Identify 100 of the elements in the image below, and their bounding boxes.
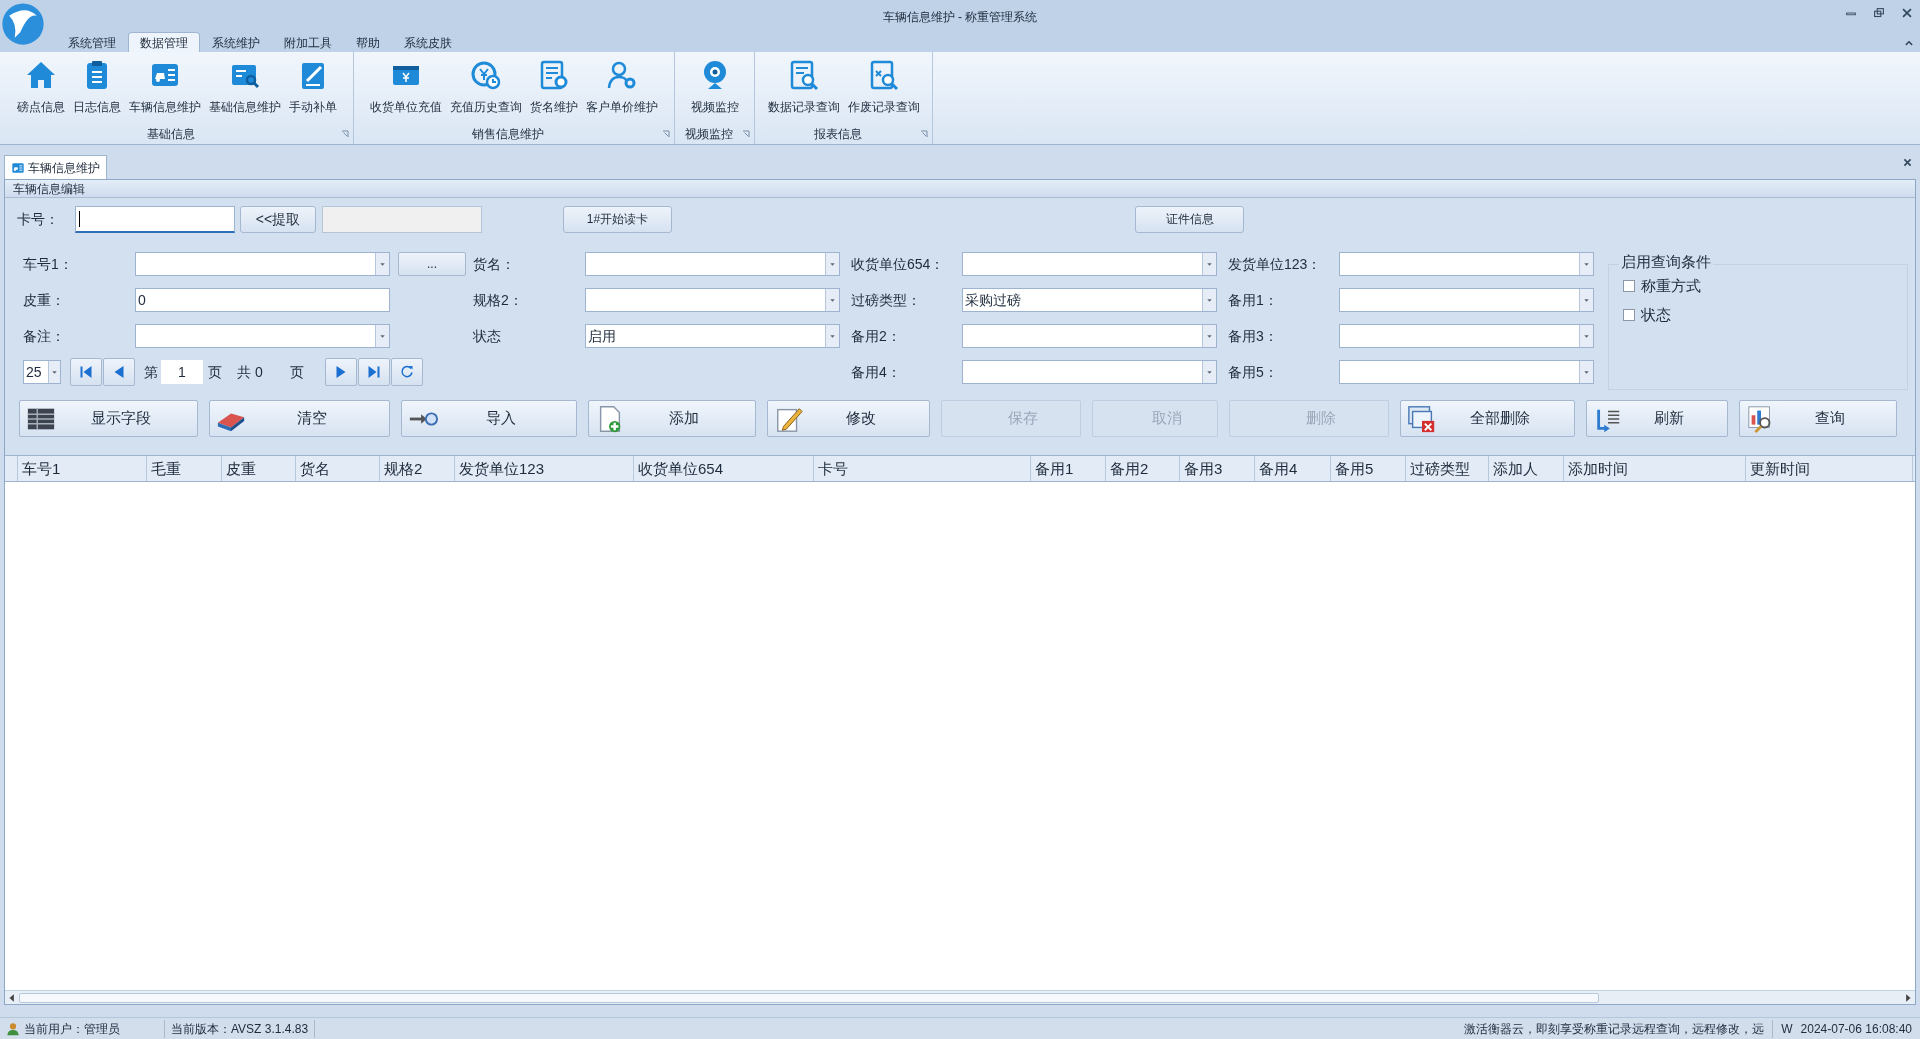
combo-box[interactable] [962, 324, 1217, 348]
close-icon[interactable] [1900, 6, 1914, 20]
field-label: 备用5： [1228, 362, 1279, 382]
combo-box[interactable] [1339, 324, 1594, 348]
column-header[interactable]: 备用1 [1031, 456, 1106, 481]
field-label: 备注： [23, 326, 66, 346]
ribbon-button[interactable]: 日志信息 [69, 56, 124, 124]
dropdown-arrow-icon [379, 261, 386, 267]
browse-button[interactable]: ... [398, 252, 466, 276]
field-label: 备用1： [1228, 290, 1279, 310]
dialog-launcher-icon[interactable] [920, 130, 928, 138]
refresh-icon [398, 364, 415, 380]
coin-clock-icon [470, 59, 502, 91]
action-button[interactable]: 全部删除 [1400, 400, 1575, 437]
collapse-ribbon-icon[interactable] [1904, 38, 1914, 48]
ribbon-button[interactable]: 视频监控 [687, 56, 742, 124]
column-header[interactable]: 备用3 [1180, 456, 1255, 481]
combo-box[interactable] [962, 252, 1217, 276]
action-button[interactable]: 导入 [401, 400, 577, 437]
scroll-right-icon [1903, 992, 1913, 1003]
action-button[interactable]: 查询 [1739, 400, 1897, 437]
combo-box[interactable] [135, 324, 390, 348]
ribbon-button[interactable]: 收货单位充值 [367, 56, 445, 124]
fetch-button[interactable]: <<提取 [240, 205, 316, 233]
column-header[interactable]: 毛重 [147, 456, 222, 481]
ribbon-tab[interactable]: 附加工具 [272, 34, 344, 52]
ribbon-button[interactable]: 数据记录查询 [764, 56, 843, 124]
dropdown-arrow-icon [829, 333, 836, 339]
column-header[interactable]: 过磅类型 [1406, 456, 1489, 481]
close-icon[interactable] [1903, 158, 1912, 167]
restore-icon[interactable] [1872, 6, 1886, 20]
pager-text: 页 [289, 362, 304, 382]
dialog-launcher-icon[interactable] [662, 130, 670, 138]
combo-box[interactable] [585, 288, 840, 312]
card-number-field[interactable] [75, 205, 235, 233]
action-button[interactable]: 添加 [588, 400, 756, 437]
page-size-combo[interactable]: 25 [23, 360, 61, 384]
action-button[interactable]: 刷新 [1586, 400, 1728, 437]
next-page-button[interactable] [324, 358, 357, 386]
column-header[interactable]: 卡号 [814, 456, 1031, 481]
column-header[interactable]: 备用2 [1106, 456, 1180, 481]
column-header[interactable]: 收货单位654 [634, 456, 814, 481]
column-header[interactable]: 更新时间 [1746, 456, 1913, 481]
status-text: 当前用户：管理员 [24, 1020, 120, 1038]
column-header[interactable]: 皮重 [222, 456, 296, 481]
horizontal-scrollbar[interactable] [5, 990, 1915, 1004]
ribbon-tab[interactable]: 系统维护 [200, 34, 272, 52]
input-field[interactable]: 0 [135, 288, 390, 312]
combo-box[interactable] [962, 360, 1217, 384]
section-title: 车辆信息编辑 [5, 180, 1915, 198]
dropdown-arrow-icon [829, 261, 836, 267]
ribbon-tab[interactable]: 数据管理 [128, 32, 200, 52]
certificate-button[interactable]: 证件信息 [1135, 205, 1244, 233]
column-header[interactable]: 添加时间 [1564, 456, 1746, 481]
ribbon-button[interactable]: 充值历史查询 [447, 56, 525, 124]
ribbon-tab[interactable]: 系统皮肤 [392, 34, 464, 52]
ribbon-button[interactable]: 作废记录查询 [844, 56, 923, 124]
ribbon-tab[interactable]: 帮助 [344, 34, 392, 52]
ribbon-button[interactable]: 客户单价维护 [583, 56, 661, 124]
action-button[interactable]: 清空 [209, 400, 390, 437]
document-tab[interactable]: 车辆信息维护 [4, 155, 107, 179]
combo-box[interactable] [1339, 288, 1594, 312]
window-title: 车辆信息维护 - 称重管理系统 [881, 9, 1039, 26]
dialog-launcher-icon[interactable] [341, 130, 349, 138]
combo-box[interactable]: 启用 [585, 324, 840, 348]
combo-box[interactable] [135, 252, 390, 276]
ribbon-tab[interactable]: 系统管理 [56, 34, 128, 52]
column-header[interactable]: 备用4 [1255, 456, 1331, 481]
first-page-button[interactable] [70, 358, 102, 386]
action-button[interactable]: 显示字段 [19, 400, 198, 437]
ribbon-button[interactable]: 车辆信息维护 [125, 56, 204, 124]
column-header[interactable]: 发货单位123 [455, 456, 634, 481]
refresh-button[interactable] [390, 358, 423, 386]
column-header[interactable]: 规格2 [380, 456, 455, 481]
combo-box[interactable] [1339, 360, 1594, 384]
column-header[interactable]: 备用5 [1331, 456, 1406, 481]
combo-box[interactable]: 采购过磅 [962, 288, 1217, 312]
scroll-left-icon [7, 992, 17, 1003]
last-page-button[interactable] [357, 358, 390, 386]
ribbon-button[interactable]: 基础信息维护 [205, 56, 284, 124]
column-header[interactable]: 车号1 [18, 456, 147, 481]
column-header[interactable]: 货名 [296, 456, 380, 481]
page-number-field[interactable]: 1 [161, 360, 203, 384]
combo-box[interactable] [1339, 252, 1594, 276]
ribbon-button[interactable]: 手动补单 [285, 56, 340, 124]
group-label: 销售信息维护 [472, 126, 544, 142]
dropdown-arrow-icon [1583, 369, 1590, 375]
ribbon-button[interactable]: 磅点信息 [13, 56, 68, 124]
dropdown-arrow-icon [1583, 333, 1590, 339]
column-header[interactable]: 添加人 [1489, 456, 1564, 481]
read-card-button[interactable]: 1#开始读卡 [563, 205, 672, 233]
combo-box[interactable] [585, 252, 840, 276]
checkbox-option[interactable]: 状态 [1623, 303, 1701, 326]
action-button[interactable]: 修改 [767, 400, 930, 437]
dropdown-arrow-icon [1583, 261, 1590, 267]
previous-page-button[interactable] [103, 358, 135, 386]
group-label: 报表信息 [813, 126, 862, 142]
checkbox-option[interactable]: 称重方式 [1623, 275, 1701, 298]
ribbon-button[interactable]: 货名维护 [527, 56, 581, 124]
dialog-launcher-icon[interactable] [742, 130, 750, 138]
